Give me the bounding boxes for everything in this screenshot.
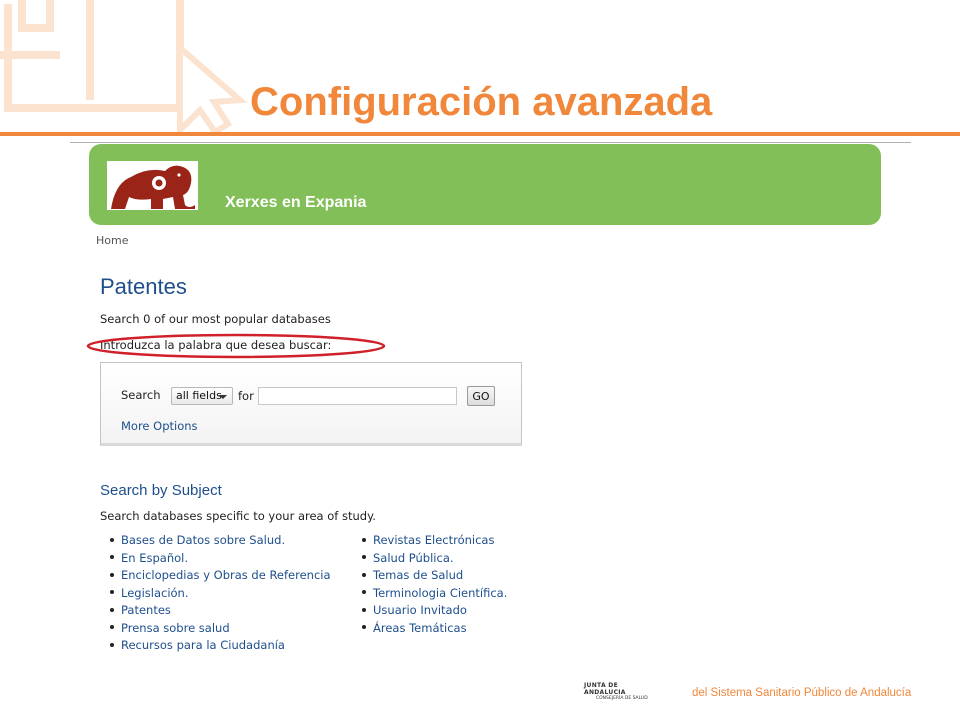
subject-link[interactable]: Prensa sobre salud (121, 621, 230, 635)
go-button[interactable]: GO (467, 386, 495, 406)
footer-logo-line-2: CONSEJERÍA DE SALUD (596, 696, 648, 701)
bullet-icon (362, 555, 366, 559)
subject-link[interactable]: Usuario Invitado (373, 603, 467, 617)
list-item: Patentes (110, 603, 331, 621)
bullet-icon (362, 590, 366, 594)
page-title: Patentes (100, 274, 187, 299)
search-panel: Search all fields for GO More Options (100, 362, 522, 446)
list-item: Salud Pública. (362, 551, 507, 569)
list-item: Bases de Datos sobre Salud. (110, 533, 331, 551)
site-header: Xerxes en Expania (89, 144, 881, 225)
bullet-icon (110, 642, 114, 647)
subject-description: Search databases specific to your area o… (100, 509, 376, 523)
bullet-icon (110, 607, 114, 612)
slide-title: Configuración avanzada (250, 80, 713, 124)
bullet-icon (362, 607, 366, 612)
subject-link[interactable]: Áreas Temáticas (373, 621, 467, 635)
field-select-dropdown[interactable]: all fields (171, 387, 233, 405)
subject-list-column-1: Bases de Datos sobre Salud. En Español. … (110, 533, 331, 656)
list-item: Enciclopedias y Obras de Referencia (110, 568, 331, 586)
list-item: Áreas Temáticas (362, 621, 507, 639)
search-label: Search (121, 388, 161, 402)
site-brand-name[interactable]: Xerxes en Expania (225, 194, 366, 212)
subject-link[interactable]: Legislación. (121, 586, 189, 600)
subject-link[interactable]: Revistas Electrónicas (373, 533, 494, 547)
subject-heading: Search by Subject (100, 482, 222, 499)
subject-link[interactable]: Salud Pública. (373, 551, 454, 565)
elephant-logo-icon[interactable] (107, 161, 198, 210)
bullet-icon (110, 572, 114, 577)
bullet-icon (110, 625, 114, 629)
subject-link[interactable]: Terminologia Científica. (373, 586, 507, 600)
more-options-link[interactable]: More Options (121, 419, 198, 433)
field-select-value: all fields (176, 389, 222, 402)
bullet-icon (362, 537, 366, 542)
footer-text: del Sistema Sanitario Público de Andaluc… (692, 687, 912, 699)
subject-link[interactable]: En Español. (121, 551, 188, 565)
search-input[interactable] (258, 387, 457, 405)
list-item: Legislación. (110, 586, 331, 604)
slide-decoration-graphic (0, 0, 248, 135)
subject-link[interactable]: Patentes (121, 603, 171, 617)
subject-list-column-2: Revistas Electrónicas Salud Pública. Tem… (362, 533, 507, 638)
highlight-ellipse (86, 333, 386, 359)
breadcrumb-home-link[interactable]: Home (96, 234, 128, 247)
title-underline (0, 132, 960, 136)
subject-link[interactable]: Recursos para la Ciudadanía (121, 638, 285, 652)
list-item: Terminologia Científica. (362, 586, 507, 604)
list-item: Revistas Electrónicas (362, 533, 507, 551)
bullet-icon (110, 537, 114, 542)
list-item: Temas de Salud (362, 568, 507, 586)
footer-logo-line-1: JUNTA DE ANDALUCIA (584, 682, 626, 696)
subject-link[interactable]: Enciclopedias y Obras de Referencia (121, 568, 331, 582)
junta-andalucia-logo: JUNTA DE ANDALUCIA CONSEJERÍA DE SALUD (584, 682, 650, 701)
list-item: Usuario Invitado (362, 603, 507, 621)
bullet-icon (362, 625, 366, 629)
list-item: Recursos para la Ciudadanía (110, 638, 331, 656)
subject-link[interactable]: Bases de Datos sobre Salud. (121, 533, 285, 547)
bullet-icon (110, 590, 114, 594)
chevron-down-icon (219, 395, 227, 399)
for-label: for (238, 389, 254, 403)
list-item: Prensa sobre salud (110, 621, 331, 639)
intro-text: Search 0 of our most popular databases (100, 312, 331, 326)
list-item: En Español. (110, 551, 331, 569)
bullet-icon (362, 572, 366, 577)
screenshot-top-border (70, 142, 911, 143)
subject-link[interactable]: Temas de Salud (373, 568, 463, 582)
bullet-icon (110, 555, 114, 559)
